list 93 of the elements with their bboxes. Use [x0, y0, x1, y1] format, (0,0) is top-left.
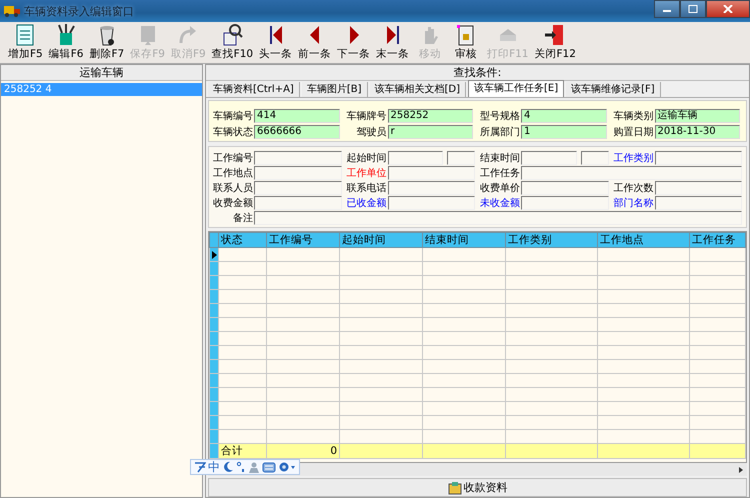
input-field[interactable]: [388, 151, 443, 165]
input-field[interactable]: 414: [254, 109, 340, 123]
input-field[interactable]: 4: [521, 109, 606, 123]
field-label: 工作单位: [346, 166, 386, 180]
toolbar-button[interactable]: 审核: [449, 23, 484, 61]
input-field[interactable]: [447, 151, 475, 165]
wallet-icon: [448, 480, 462, 494]
field-label: 未收金额: [479, 196, 520, 210]
field-label: 车辆牌号: [346, 110, 386, 123]
field-label: 起始时间: [346, 152, 386, 165]
maximize-button[interactable]: [680, 0, 706, 18]
field-label: 车辆编号: [212, 110, 253, 123]
field-label: 结束时间: [479, 152, 520, 165]
field-label: 收费单价: [479, 182, 520, 195]
tab[interactable]: 该车辆维修记录[F]: [566, 82, 661, 97]
ime-mode-button[interactable]: 中: [208, 460, 220, 474]
field-label: 工作类别: [612, 152, 654, 165]
field-label: 工作编号: [212, 152, 253, 165]
minimize-button[interactable]: [654, 0, 680, 18]
keyboard-icon[interactable]: [262, 461, 276, 473]
field-label: 备注: [232, 212, 253, 225]
column-header[interactable]: 工作地点: [598, 232, 690, 248]
panel-header: 运输车辆: [1, 65, 202, 81]
tab[interactable]: 车辆图片[B]: [302, 82, 368, 97]
close-button[interactable]: [706, 0, 750, 18]
input-field[interactable]: [521, 166, 742, 180]
tab[interactable]: 车辆资料[Ctrl+A]: [208, 82, 300, 97]
field-label: 工作任务: [479, 167, 520, 180]
maximize-icon: [688, 5, 698, 13]
tab[interactable]: 该车辆工作任务[E]: [468, 80, 564, 97]
field-label: 工作地点: [212, 166, 253, 180]
input-field[interactable]: [254, 181, 342, 195]
input-field[interactable]: 1: [521, 125, 606, 139]
field-label: 联系人员: [212, 182, 253, 195]
column-header[interactable]: 状态: [218, 232, 266, 248]
toolbar-button[interactable]: 头一条: [257, 23, 294, 61]
input-field[interactable]: [521, 196, 608, 210]
input-field[interactable]: [254, 211, 742, 225]
column-header[interactable]: 工作任务: [690, 232, 746, 248]
input-field[interactable]: [388, 181, 475, 195]
toolbar-button[interactable]: 增加F5: [6, 23, 45, 61]
input-field[interactable]: [654, 151, 742, 165]
input-field[interactable]: [254, 166, 342, 180]
field-label: 车辆类别: [612, 110, 654, 123]
input-field[interactable]: [521, 181, 608, 195]
input-field[interactable]: 运输车辆: [654, 109, 740, 123]
field-label: 收费金额: [212, 196, 253, 210]
table-cell: 0: [330, 445, 337, 457]
window-title: 车辆资料录入编辑窗口: [24, 4, 134, 18]
input-field[interactable]: 2018-11-30: [654, 125, 740, 139]
input-field[interactable]: r: [388, 125, 473, 139]
truck-icon: [4, 4, 20, 18]
field-label: 已收金额: [346, 196, 386, 210]
user-icon[interactable]: [248, 461, 260, 473]
close-icon: [723, 5, 733, 13]
settings-icon[interactable]: [278, 461, 296, 473]
toolbar-button[interactable]: 前一条: [296, 23, 334, 61]
column-header[interactable]: 工作类别: [506, 232, 598, 248]
panel-header: 查找条件:: [206, 65, 749, 81]
input-field[interactable]: [654, 181, 742, 195]
toolbar-button[interactable]: 删除F7: [87, 23, 126, 61]
field-label: 驾驶员: [356, 126, 386, 139]
field-label: 型号规格: [479, 110, 520, 123]
toolbar-button[interactable]: 编辑F6: [46, 23, 86, 61]
field-label: 车辆状态: [212, 126, 253, 139]
input-field[interactable]: [254, 196, 342, 210]
input-field[interactable]: [580, 151, 608, 165]
payment-button[interactable]: 收款资料: [208, 478, 747, 497]
column-header[interactable]: 起始时间: [340, 232, 422, 248]
input-field[interactable]: 6666666: [254, 125, 340, 139]
toolbar-button[interactable]: 下一条: [335, 23, 372, 61]
ime-logo-icon[interactable]: [194, 461, 206, 473]
field-label: 联系电话: [346, 182, 386, 195]
punctuation-icon[interactable]: [236, 461, 246, 473]
input-field[interactable]: 258252: [388, 109, 473, 123]
moon-icon[interactable]: [222, 461, 234, 473]
field-label: 部门名称: [612, 196, 654, 210]
input-field[interactable]: [254, 151, 342, 165]
field-label: 所属部门: [479, 126, 520, 139]
toolbar-button[interactable]: 关闭F12: [532, 23, 578, 61]
column-header[interactable]: 工作编号: [266, 232, 340, 248]
input-field[interactable]: [521, 151, 576, 165]
input-field[interactable]: [388, 196, 475, 210]
toolbar-button[interactable]: 查找F10: [210, 23, 256, 61]
input-field[interactable]: [654, 196, 742, 210]
toolbar-button[interactable]: 末一条: [374, 23, 412, 61]
field-label: 购置日期: [612, 126, 654, 139]
table-cell: 合计: [221, 445, 243, 457]
tab[interactable]: 该车辆相关文档[D]: [370, 82, 466, 97]
field-label: 工作次数: [612, 182, 654, 195]
scroll-right-icon[interactable]: [739, 466, 743, 472]
input-field[interactable]: [388, 166, 475, 180]
column-header[interactable]: 结束时间: [422, 232, 506, 248]
